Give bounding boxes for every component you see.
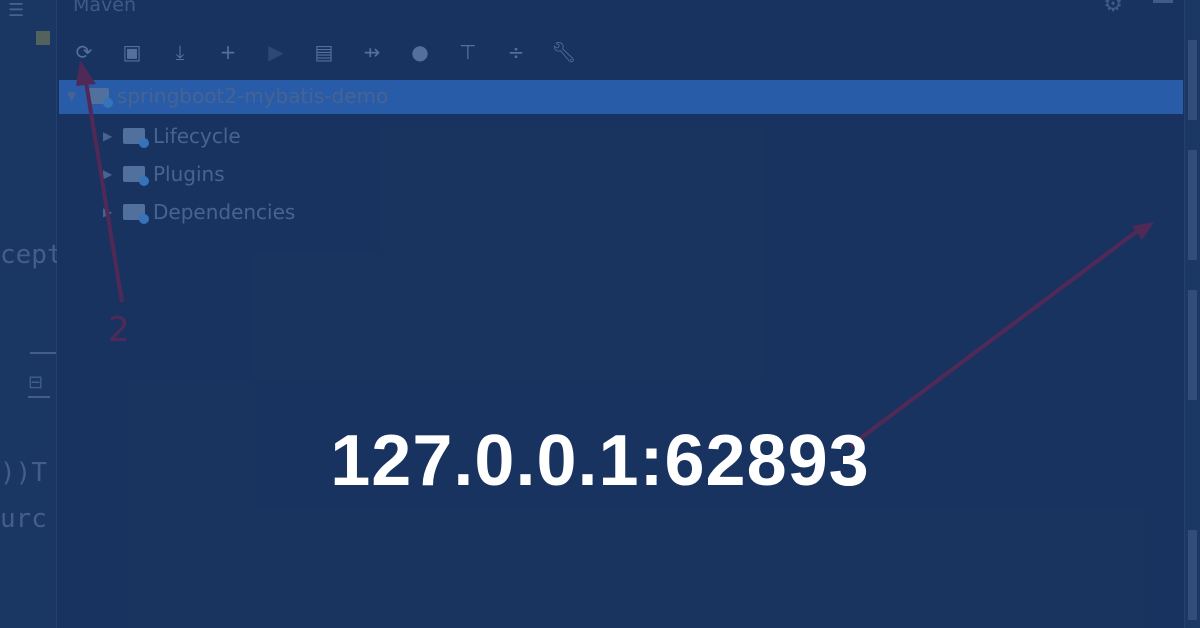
ide-window: ☰ cept ⊟ ))T urc Maven ⚙ ⟳ ▣ ⤓ + ▶ ▤ ⇸ ●… xyxy=(0,0,1200,628)
headline-text: 127.0.0.1:62893 xyxy=(330,421,870,501)
dark-overlay xyxy=(0,0,1200,628)
